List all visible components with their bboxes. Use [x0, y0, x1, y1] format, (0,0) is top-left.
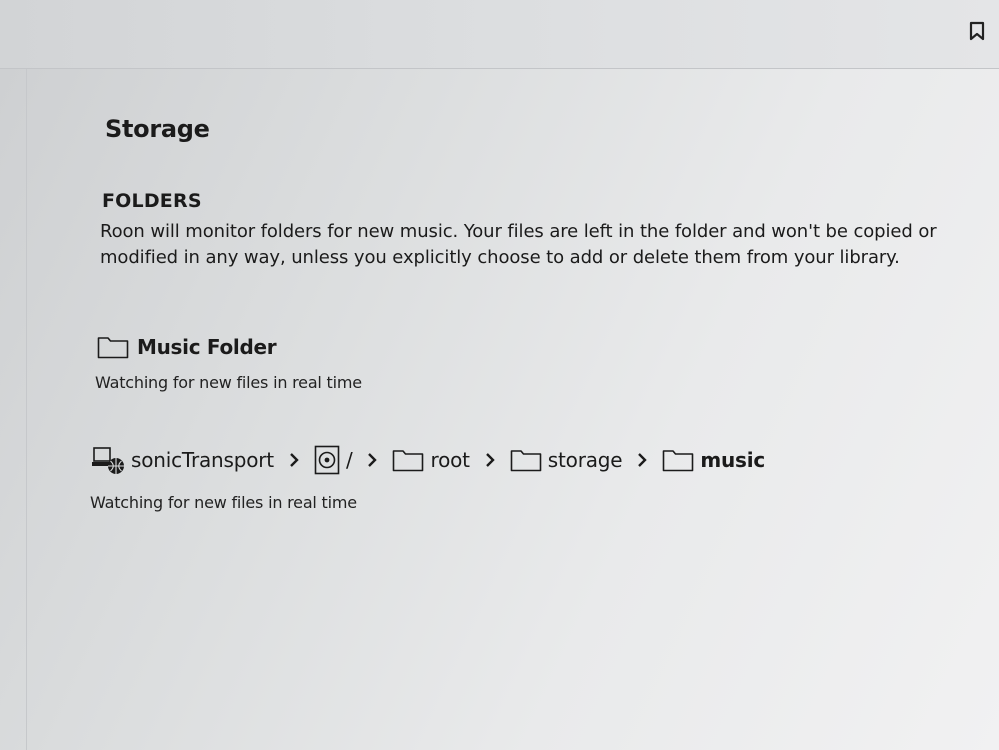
- path-status: Watching for new files in real time: [90, 493, 357, 512]
- folder-icon: [97, 337, 129, 359]
- section-description: Roon will monitor folders for new music.…: [100, 221, 937, 268]
- chevron-right-icon: [638, 453, 648, 467]
- crumb-root[interactable]: root: [392, 448, 470, 472]
- crumb-sonictransport[interactable]: sonicTransport: [91, 445, 274, 475]
- crumb-label: music: [700, 448, 766, 472]
- page-title: Storage: [105, 115, 210, 143]
- crumb-label: root: [430, 448, 470, 472]
- section-title: FOLDERS: [102, 190, 202, 212]
- folder-icon: [663, 450, 694, 472]
- folder-status: Watching for new files in real time: [95, 373, 362, 392]
- network-device-icon: [92, 447, 124, 474]
- crumb-label: /: [345, 448, 353, 472]
- drive-icon: [314, 445, 340, 475]
- folder-path-breadcrumb: sonicTransport / root storage music: [91, 443, 765, 477]
- crumb-label: storage: [547, 448, 623, 472]
- crumb-label: sonicTransport: [131, 448, 274, 472]
- crumb-music[interactable]: music: [662, 448, 765, 472]
- folder-icon: [393, 450, 424, 472]
- folder-icon: [510, 450, 542, 472]
- music-folder-row[interactable]: Music Folder: [97, 332, 277, 362]
- crumb-storage[interactable]: storage: [510, 448, 623, 472]
- storage-panel: Storage FOLDERS Roon will monitor folder…: [26, 69, 999, 750]
- folder-name[interactable]: Music Folder: [137, 335, 277, 359]
- chevron-right-icon: [368, 453, 378, 467]
- crumb-root-drive[interactable]: /: [314, 445, 353, 475]
- chevron-right-icon: [485, 453, 495, 467]
- chevron-right-icon: [290, 453, 299, 467]
- bookmark-icon[interactable]: [966, 20, 988, 42]
- top-bar: [0, 0, 999, 69]
